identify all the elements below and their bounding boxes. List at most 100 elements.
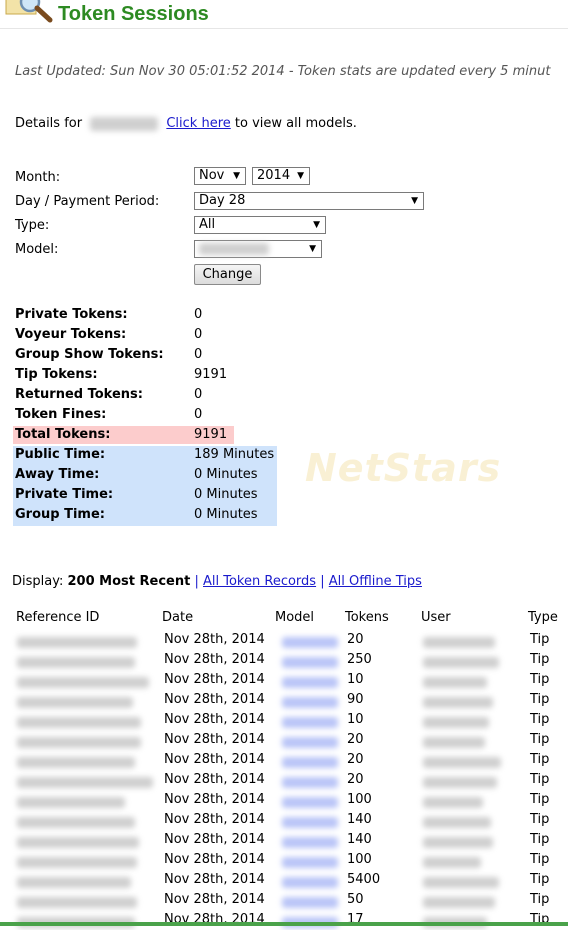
details-prefix: Details for bbox=[15, 116, 83, 131]
model-link-blurred[interactable] bbox=[282, 735, 338, 750]
model-link-blurred[interactable] bbox=[282, 755, 338, 770]
user-blurred bbox=[423, 795, 483, 810]
model-link-blurred[interactable] bbox=[282, 675, 338, 690]
date-cell: Nov 28th, 2014 bbox=[164, 672, 265, 687]
bottom-bar bbox=[0, 922, 568, 926]
tokens-cell: 100 bbox=[347, 852, 372, 867]
user-blurred bbox=[423, 675, 487, 690]
user-blurred bbox=[423, 635, 495, 650]
stat-value: 189 Minutes bbox=[194, 447, 275, 462]
details-suffix: to view all models. bbox=[234, 116, 357, 131]
model-link-blurred[interactable] bbox=[282, 775, 338, 790]
stat-label: Private Tokens: bbox=[15, 307, 128, 322]
tokens-cell: 20 bbox=[347, 632, 364, 647]
model-link-blurred[interactable] bbox=[282, 835, 338, 850]
user-blurred bbox=[423, 775, 497, 790]
reference-id-blurred bbox=[17, 855, 137, 870]
type-cell: Tip bbox=[530, 892, 550, 907]
table-row: Nov 28th, 2014 17 Tip bbox=[0, 910, 568, 930]
table-row: Nov 28th, 2014 50 Tip bbox=[0, 890, 568, 910]
stat-value: 0 Minutes bbox=[194, 467, 258, 482]
reference-id-blurred bbox=[17, 715, 141, 730]
all-offline-tips-link[interactable]: All Offline Tips bbox=[329, 574, 422, 589]
stat-label: Public Time: bbox=[15, 447, 106, 462]
stat-value: 9191 bbox=[194, 367, 228, 382]
table-row: Nov 28th, 2014 10 Tip bbox=[0, 710, 568, 730]
model-link-blurred[interactable] bbox=[282, 875, 338, 890]
last-updated-text: Last Updated: Sun Nov 30 05:01:52 2014 -… bbox=[15, 64, 551, 79]
tokens-cell: 250 bbox=[347, 652, 372, 667]
dropdown-arrow-icon: ▼ bbox=[411, 196, 418, 206]
model-link-blurred[interactable] bbox=[282, 795, 338, 810]
stat-label: Total Tokens: bbox=[15, 427, 111, 442]
date-cell: Nov 28th, 2014 bbox=[164, 772, 265, 787]
type-label: Type: bbox=[15, 218, 50, 233]
table-row: Nov 28th, 2014 20 Tip bbox=[0, 630, 568, 650]
stat-value: 0 bbox=[194, 307, 203, 322]
table-row: Nov 28th, 2014 100 Tip bbox=[0, 850, 568, 870]
display-separator: | bbox=[194, 574, 199, 589]
stat-label: Returned Tokens: bbox=[15, 387, 143, 402]
column-header-type: Type bbox=[528, 610, 558, 625]
stat-label: Private Time: bbox=[15, 487, 114, 502]
all-token-records-link[interactable]: All Token Records bbox=[203, 574, 316, 589]
tokens-cell: 20 bbox=[347, 772, 364, 787]
date-cell: Nov 28th, 2014 bbox=[164, 872, 265, 887]
user-blurred bbox=[423, 895, 495, 910]
user-blurred bbox=[423, 835, 493, 850]
type-cell: Tip bbox=[530, 772, 550, 787]
model-link-blurred[interactable] bbox=[282, 635, 338, 650]
table-row: Nov 28th, 2014 20 Tip bbox=[0, 730, 568, 750]
model-link-blurred[interactable] bbox=[282, 655, 338, 670]
date-cell: Nov 28th, 2014 bbox=[164, 752, 265, 767]
date-cell: Nov 28th, 2014 bbox=[164, 652, 265, 667]
stat-row: Group Time: 0 Minutes bbox=[13, 505, 277, 525]
stat-row: Private Time: 0 Minutes bbox=[13, 485, 277, 505]
change-button[interactable]: Change bbox=[194, 264, 261, 285]
date-cell: Nov 28th, 2014 bbox=[164, 692, 265, 707]
stat-row: Away Time: 0 Minutes bbox=[13, 465, 277, 485]
display-label: Display: bbox=[12, 574, 64, 589]
date-cell: Nov 28th, 2014 bbox=[164, 732, 265, 747]
type-cell: Tip bbox=[530, 672, 550, 687]
month-select[interactable]: Nov ▼ bbox=[194, 167, 246, 185]
type-select[interactable]: All ▼ bbox=[194, 216, 326, 234]
tokens-cell: 90 bbox=[347, 692, 364, 707]
tokens-cell: 140 bbox=[347, 832, 372, 847]
table-row: Nov 28th, 2014 90 Tip bbox=[0, 690, 568, 710]
tokens-cell: 10 bbox=[347, 712, 364, 727]
day-label: Day / Payment Period: bbox=[15, 194, 160, 209]
user-blurred bbox=[423, 755, 501, 770]
view-all-models-link[interactable]: Click here bbox=[166, 116, 230, 131]
date-cell: Nov 28th, 2014 bbox=[164, 832, 265, 847]
model-select[interactable]: ▼ bbox=[194, 240, 322, 258]
dropdown-arrow-icon: ▼ bbox=[309, 244, 316, 254]
column-header-tokens: Tokens bbox=[345, 610, 389, 625]
model-link-blurred[interactable] bbox=[282, 815, 338, 830]
model-link-blurred[interactable] bbox=[282, 695, 338, 710]
stat-row: Private Tokens: 0 bbox=[13, 305, 277, 325]
day-select[interactable]: Day 28 ▼ bbox=[194, 192, 424, 210]
page-header: Token Sessions bbox=[0, 0, 568, 29]
stat-label: Group Show Tokens: bbox=[15, 347, 164, 362]
model-link-blurred[interactable] bbox=[282, 895, 338, 910]
tokens-cell: 20 bbox=[347, 732, 364, 747]
date-cell: Nov 28th, 2014 bbox=[164, 892, 265, 907]
user-blurred bbox=[423, 655, 499, 670]
date-cell: Nov 28th, 2014 bbox=[164, 712, 265, 727]
tokens-cell: 140 bbox=[347, 812, 372, 827]
stat-row: Tip Tokens: 9191 bbox=[13, 365, 277, 385]
month-value: Nov bbox=[199, 168, 225, 183]
reference-id-blurred bbox=[17, 875, 131, 890]
column-header-reference-id: Reference ID bbox=[16, 610, 100, 625]
model-link-blurred[interactable] bbox=[282, 855, 338, 870]
year-select[interactable]: 2014 ▼ bbox=[252, 167, 310, 185]
table-row: Nov 28th, 2014 140 Tip bbox=[0, 830, 568, 850]
reference-id-blurred bbox=[17, 815, 135, 830]
type-cell: Tip bbox=[530, 872, 550, 887]
model-link-blurred[interactable] bbox=[282, 715, 338, 730]
user-blurred bbox=[423, 695, 493, 710]
table-row: Nov 28th, 2014 5400 Tip bbox=[0, 870, 568, 890]
date-cell: Nov 28th, 2014 bbox=[164, 632, 265, 647]
reference-id-blurred bbox=[17, 655, 135, 670]
